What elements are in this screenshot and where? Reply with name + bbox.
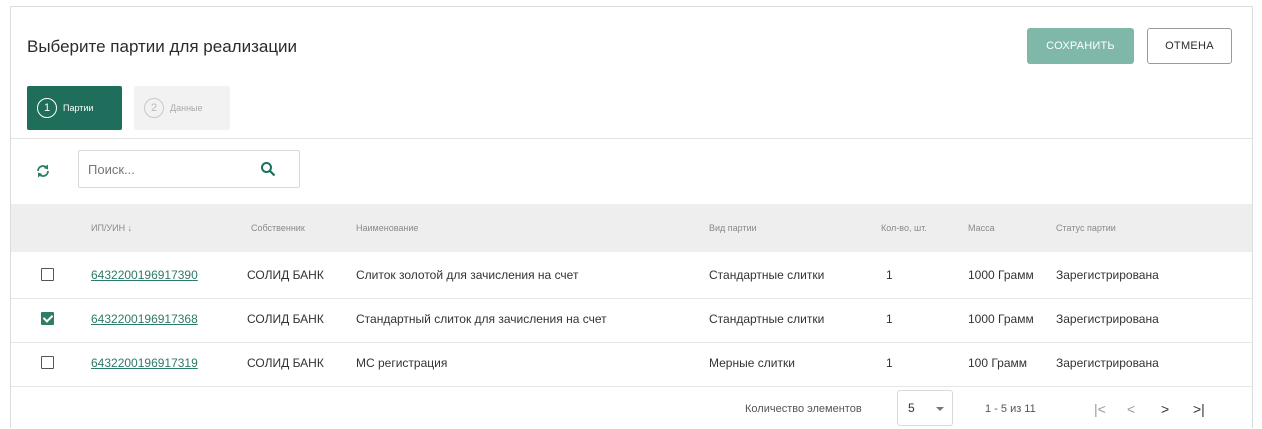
cancel-button[interactable]: ОТМЕНА xyxy=(1147,28,1232,64)
column-header-owner: Собственник xyxy=(251,223,305,233)
table-row[interactable]: 6432200196917390 СОЛИД БАНК Слиток золот… xyxy=(11,254,1252,298)
table-header: ИП/УИН ↓ Собственник Наименование Вид па… xyxy=(11,204,1252,252)
owner-cell: СОЛИД БАНК xyxy=(247,268,324,282)
name-cell: Стандартный слиток для зачисления на сче… xyxy=(356,312,607,326)
batch-id-link[interactable]: 6432200196917390 xyxy=(91,268,198,282)
search-input[interactable] xyxy=(88,161,258,177)
table-row[interactable]: 6432200196917319 СОЛИД БАНК МС регистрац… xyxy=(11,342,1252,386)
search-box xyxy=(78,150,300,188)
type-cell: Стандартные слитки xyxy=(709,312,825,326)
table-row[interactable]: 6432200196917368 СОЛИД БАНК Стандартный … xyxy=(11,298,1252,342)
row-checkbox[interactable] xyxy=(41,312,54,325)
column-header-qty: Кол-во, шт. xyxy=(881,223,927,233)
column-header-mass: Масса xyxy=(968,223,995,233)
column-header-type: Вид партии xyxy=(709,223,757,233)
row-checkbox[interactable] xyxy=(41,356,54,369)
first-page-icon[interactable]: |< xyxy=(1094,401,1106,417)
next-page-icon[interactable]: > xyxy=(1161,401,1169,417)
row-checkbox[interactable] xyxy=(41,268,54,281)
last-page-icon[interactable]: >| xyxy=(1193,401,1205,417)
batch-id-link[interactable]: 6432200196917368 xyxy=(91,312,198,326)
page-title: Выберите партии для реализации xyxy=(27,37,298,56)
qty-cell: 1 xyxy=(886,268,893,282)
status-cell: Зарегистрирована xyxy=(1056,268,1159,282)
mass-cell: 1000 Грамм xyxy=(968,312,1034,326)
mass-cell: 1000 Грамм xyxy=(968,268,1034,282)
step-data[interactable]: 2 Данные xyxy=(134,86,230,130)
chevron-down-icon xyxy=(936,407,944,411)
status-cell: Зарегистрирована xyxy=(1056,312,1159,326)
step-number: 2 xyxy=(144,98,164,118)
step-batches[interactable]: 1 Партии xyxy=(27,86,122,130)
column-header-id[interactable]: ИП/УИН ↓ xyxy=(91,223,132,233)
page-size-select[interactable]: 5 xyxy=(897,390,953,426)
search-icon[interactable] xyxy=(260,161,276,177)
page-size-label: Количество элементов xyxy=(745,403,862,415)
type-cell: Мерные слитки xyxy=(709,356,795,370)
status-cell: Зарегистрирована xyxy=(1056,356,1159,370)
qty-cell: 1 xyxy=(886,312,893,326)
dialog: Выберите партии для реализации СОХРАНИТЬ… xyxy=(10,6,1253,428)
save-button[interactable]: СОХРАНИТЬ xyxy=(1027,28,1134,64)
column-header-name: Наименование xyxy=(356,223,419,233)
step-number: 1 xyxy=(37,98,57,118)
pagination-bar: Количество элементов 5 1 - 5 из 11 |< < … xyxy=(11,387,1252,429)
qty-cell: 1 xyxy=(886,356,893,370)
divider xyxy=(11,138,1252,139)
prev-page-icon[interactable]: < xyxy=(1127,401,1135,417)
column-header-status: Статус партии xyxy=(1056,223,1116,233)
batch-id-link[interactable]: 6432200196917319 xyxy=(91,356,198,370)
page-range: 1 - 5 из 11 xyxy=(985,403,1036,415)
page-size-value: 5 xyxy=(908,401,915,415)
step-label: Данные xyxy=(170,103,203,113)
owner-cell: СОЛИД БАНК xyxy=(247,356,324,370)
owner-cell: СОЛИД БАНК xyxy=(247,312,324,326)
name-cell: Слиток золотой для зачисления на счет xyxy=(356,268,579,282)
mass-cell: 100 Грамм xyxy=(968,356,1028,370)
refresh-icon[interactable] xyxy=(35,163,51,179)
step-label: Партии xyxy=(63,103,94,113)
name-cell: МС регистрация xyxy=(356,356,448,370)
type-cell: Стандартные слитки xyxy=(709,268,825,282)
